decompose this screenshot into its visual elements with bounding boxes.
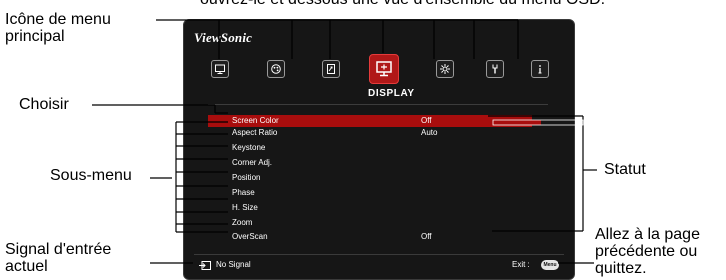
menu-item-value: Off [421, 232, 432, 241]
settings-icon[interactable] [436, 60, 454, 78]
menu-item-position[interactable]: Position [208, 172, 532, 184]
menu-item-label: Corner Adj. [232, 158, 273, 167]
menu-item-label: OverScan [232, 232, 268, 241]
menu-item-phase[interactable]: Phase [208, 187, 532, 199]
menu-item-zoom[interactable]: Zoom [208, 217, 532, 229]
header-text: ouvrez-le et dessous une vue d'ensemble … [200, 0, 605, 8]
osd-menu: ViewSonic DISPLAY Screen Color Off Aspec… [183, 19, 575, 280]
callout-input-signal-line1: Signal d'entrée [5, 241, 112, 258]
callout-back-exit-line2: précédente ou [595, 243, 698, 260]
menu-item-label: Screen Color [232, 116, 279, 125]
callout-input-signal: Signal d'entrée actuel [5, 241, 111, 275]
callout-back-exit-line1: Allez à la page [595, 226, 700, 243]
menu-item-keystone[interactable]: Keystone [208, 142, 532, 154]
menu-item-label: Zoom [232, 218, 253, 227]
menu-item-label: Aspect Ratio [232, 128, 278, 137]
information-icon[interactable] [531, 60, 549, 78]
input-signal-icon [199, 261, 211, 270]
title-divider [208, 104, 548, 105]
menu-item-label: Position [232, 173, 261, 182]
callout-status: Statut [604, 161, 646, 178]
menu-item-label: H. Size [232, 203, 258, 212]
brand-logo: ViewSonic [194, 30, 253, 45]
menu-item-corner-adj[interactable]: Corner Adj. [208, 157, 532, 169]
input-signal-text: No Signal [216, 260, 251, 269]
display-icon[interactable] [211, 60, 229, 78]
callout-main-menu-icon-line1: Icône de menu [5, 11, 111, 28]
exit-label: Exit : [512, 260, 530, 269]
callout-input-signal-line2: actuel [5, 258, 48, 275]
menu-item-aspect-ratio[interactable]: Aspect Ratio Auto [208, 127, 532, 139]
advanced-tools-icon[interactable] [486, 60, 504, 78]
callout-main-menu-icon: Icône de menu principal [5, 11, 111, 45]
menu-item-screen-color[interactable]: Screen Color Off [208, 115, 532, 127]
callout-back-exit-line3: quittez. [595, 260, 647, 277]
menu-item-label: Phase [232, 188, 255, 197]
display-active-icon[interactable] [369, 54, 399, 84]
picture-icon[interactable] [267, 60, 285, 78]
menu-item-value: Auto [421, 128, 438, 137]
callout-submenu: Sous-menu [50, 167, 132, 184]
callout-main-menu-icon-line2: principal [5, 28, 65, 45]
footer-divider [194, 254, 564, 255]
source-icon[interactable] [322, 60, 340, 78]
menu-title: DISPLAY [368, 88, 415, 99]
menu-item-h-size[interactable]: H. Size [208, 202, 532, 214]
callout-select: Choisir [19, 96, 69, 113]
menu-item-overscan[interactable]: OverScan Off [208, 231, 532, 243]
menu-item-value: Off [421, 116, 432, 125]
callout-back-exit: Allez à la page précédente ou quittez. [595, 226, 700, 277]
menu-button[interactable]: Menu [541, 260, 559, 270]
main-menu-icons [211, 54, 549, 84]
menu-item-label: Keystone [232, 143, 266, 152]
